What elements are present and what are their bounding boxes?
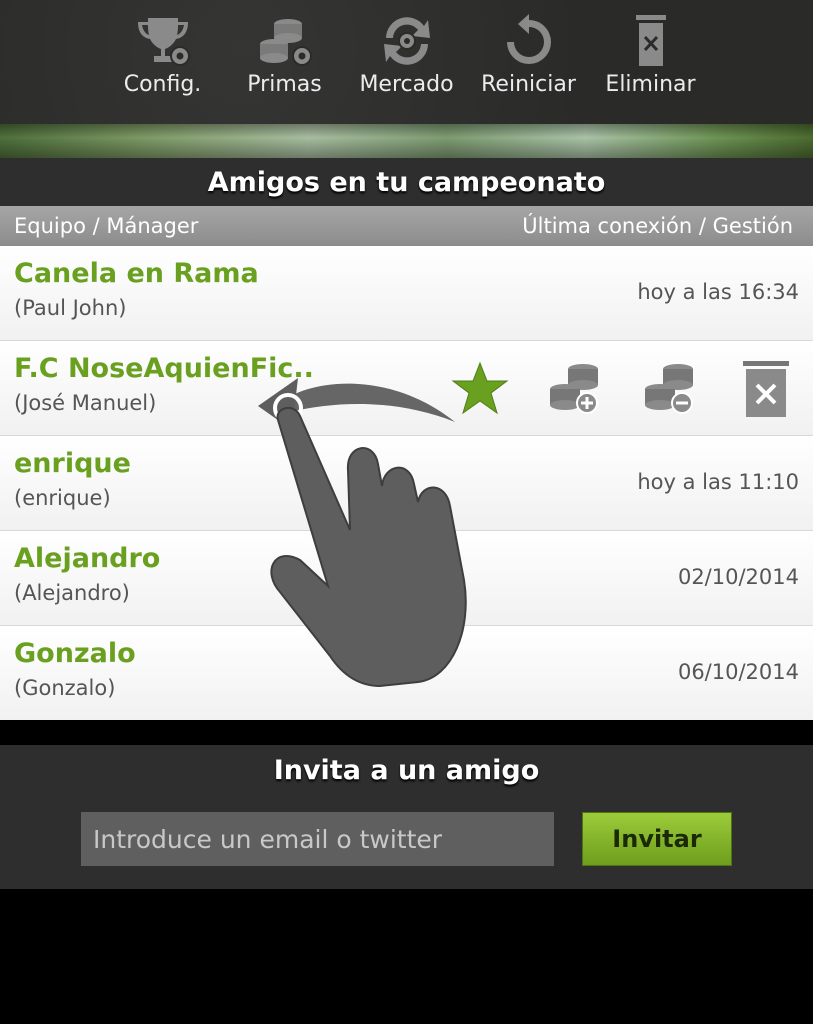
last-connection: hoy a las 11:10 xyxy=(637,470,799,494)
invite-title: Invita a un amigo xyxy=(273,755,540,786)
last-connection: 02/10/2014 xyxy=(677,565,799,589)
swipe-hand-icon xyxy=(258,378,467,688)
column-left-label: Equipo / Mánager xyxy=(14,214,199,238)
manager-name: (Paul John) xyxy=(14,296,127,320)
coins-gear-icon xyxy=(259,19,312,66)
invite-button[interactable]: Invitar xyxy=(582,812,732,866)
invite-panel: Invita a un amigo Invitar xyxy=(0,745,813,889)
restart-icon xyxy=(506,14,551,64)
coins-remove-icon[interactable] xyxy=(640,359,700,419)
spacer xyxy=(0,720,813,745)
reiniciar-button[interactable]: Reiniciar xyxy=(468,0,590,124)
primas-button[interactable]: Primas xyxy=(224,0,346,124)
column-header: Equipo / Mánager Última conexión / Gesti… xyxy=(0,206,813,246)
team-name: Canela en Rama xyxy=(14,258,259,289)
last-connection: 06/10/2014 xyxy=(677,660,799,684)
team-name: enrique xyxy=(14,448,131,479)
primas-label: Primas xyxy=(247,72,322,97)
invite-email-input[interactable] xyxy=(81,812,554,866)
column-right-label: Última conexión / Gestión xyxy=(522,214,793,238)
top-toolbar: Config. Primas Mercado Reiniciar Elimina… xyxy=(0,0,813,124)
row-actions xyxy=(450,359,800,419)
reiniciar-label: Reiniciar xyxy=(481,72,576,97)
config-label: Config. xyxy=(123,72,202,97)
trash-icon[interactable] xyxy=(738,359,794,419)
mercado-label: Mercado xyxy=(359,72,454,97)
refresh-gear-icon xyxy=(383,17,430,65)
eliminar-label: Eliminar xyxy=(605,72,696,97)
trash-icon xyxy=(635,15,666,66)
team-name: Gonzalo xyxy=(14,638,136,669)
trophy-gear-icon xyxy=(137,18,190,66)
config-button[interactable]: Config. xyxy=(102,0,224,124)
mercado-button[interactable]: Mercado xyxy=(346,0,468,124)
team-name: Alejandro xyxy=(14,543,161,574)
coins-add-icon[interactable] xyxy=(545,359,605,419)
manager-name: (enrique) xyxy=(14,486,111,510)
decorative-banner xyxy=(0,124,813,158)
section-title: Amigos en tu campeonato xyxy=(0,158,813,206)
eliminar-button[interactable]: Eliminar xyxy=(590,0,712,124)
manager-name: (José Manuel) xyxy=(14,391,157,415)
manager-name: (Alejandro) xyxy=(14,581,130,605)
manager-name: (Gonzalo) xyxy=(14,676,116,700)
last-connection: hoy a las 16:34 xyxy=(637,280,799,304)
friend-row[interactable]: Canela en Rama (Paul John) hoy a las 16:… xyxy=(0,246,813,341)
